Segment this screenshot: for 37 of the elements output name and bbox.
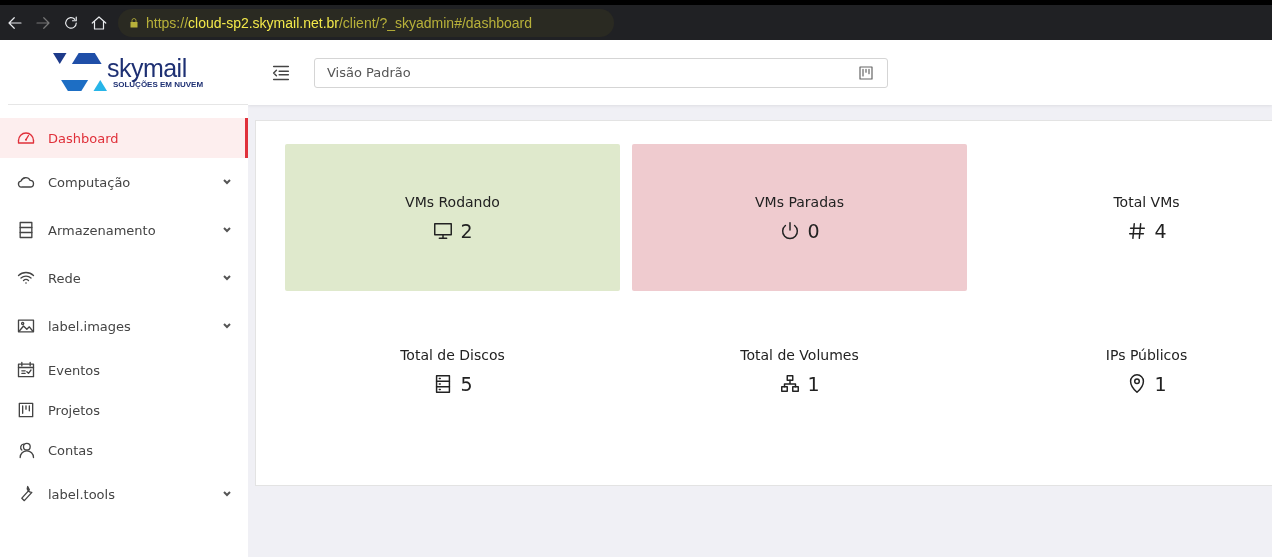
sidebar-item[interactable]: Rede [0,254,248,302]
stat-value: 0 [807,219,820,242]
stat-title: IPs Públicos [1105,347,1188,363]
logo-wordmark: skymail [106,55,187,80]
stat-title: Total VMs [1113,193,1180,210]
stat-value: 5 [460,373,473,395]
network-icon [779,373,802,395]
sidebar-item[interactable]: Computação [0,158,248,206]
chevron-down-icon [222,489,232,499]
view-select[interactable]: Visão Padrão [314,57,888,88]
reload-icon[interactable] [62,13,80,32]
chevron-down-icon [222,177,232,187]
stat-value: 1 [807,373,820,395]
sidebar-item[interactable]: label.images [0,302,248,350]
calendar-icon [16,360,36,380]
stat-value: 4 [1154,219,1167,242]
stat-title: Total de Discos [400,347,505,363]
sidebar-item[interactable]: Dashboard [0,118,248,158]
users-icon [16,440,36,460]
chevron-down-icon [222,225,232,235]
stat-title: VMs Paradas [755,193,844,210]
sidebar-item[interactable]: label.tools [0,470,248,518]
stat-value: 2 [460,219,473,242]
stat-value: 1 [1154,373,1167,395]
sidebar-item[interactable]: Projetos [0,390,248,430]
logo-icon [52,53,107,91]
sidebar-item[interactable]: Armazenamento [0,206,248,254]
board-icon [857,63,875,82]
stat-title: VMs Rodando [405,193,500,210]
lock-icon [128,16,140,29]
chevron-down-icon [222,273,232,283]
sidebar-item[interactable]: Eventos [0,350,248,390]
board-icon [16,400,36,420]
sidebar-item[interactable]: Contas [0,430,248,470]
chevron-down-icon [222,321,232,331]
logo-tagline: SOLUÇÕES EM NUVEM [112,79,204,89]
stat-title: Total de Volumes [740,347,859,363]
